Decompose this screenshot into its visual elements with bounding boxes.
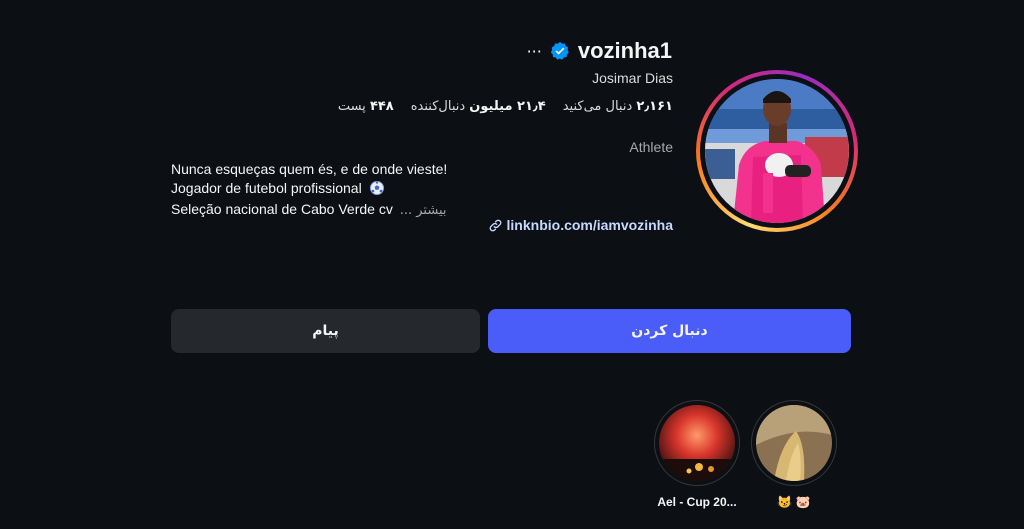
- bio-more-link[interactable]: ... بیشتر: [400, 203, 447, 218]
- following-count: ۲٫۱۶۱: [636, 99, 673, 114]
- bio-line-with-more: Seleção nacional de Cabo Verde cv ... بی…: [171, 200, 471, 220]
- avatar-image: [705, 79, 849, 223]
- stat-following[interactable]: ۲٫۱۶۱ دنبال می‌کنید: [563, 99, 673, 114]
- posts-count: ۴۴۸: [369, 99, 394, 114]
- bio-line: Seleção nacional de Cabo Verde cv: [171, 201, 393, 217]
- username: vozinha1: [577, 38, 672, 63]
- bio-link[interactable]: linknbio.com/iamvozinha: [488, 217, 673, 233]
- stat-posts: ۴۴۸ پست: [338, 99, 394, 114]
- highlight-ring: [751, 400, 837, 486]
- highlight-cover: [756, 405, 832, 481]
- username-row: ··· vozinha1: [527, 36, 672, 66]
- followers-count: ۲۱٫۴ میلیون: [469, 99, 546, 114]
- bio-link-text: linknbio.com/iamvozinha: [506, 217, 673, 233]
- profile-page: ··· vozinha1 Josimar Dias ۴۴۸ پست ۲۱٫۴ م…: [0, 0, 1024, 529]
- highlight-label: Ael - Cup 20...: [657, 495, 737, 509]
- avatar-photo: [705, 79, 849, 223]
- bio: Nunca esqueças quem és, e de onde vieste…: [171, 160, 471, 220]
- verified-badge-icon: [550, 41, 570, 61]
- message-button[interactable]: پیام: [171, 309, 480, 353]
- full-name: Josimar Dias: [592, 70, 673, 86]
- following-label: دنبال می‌کنید: [562, 99, 633, 114]
- avatar-gap: [700, 74, 854, 228]
- follow-button[interactable]: دنبال کردن: [488, 309, 851, 353]
- highlight-cover-image: [659, 405, 735, 481]
- avatar[interactable]: [696, 70, 858, 232]
- highlight-item[interactable]: Ael - Cup 20...: [654, 400, 740, 509]
- more-options-icon[interactable]: ···: [527, 42, 542, 60]
- highlight-label: 😼 🐷: [777, 495, 811, 509]
- highlight-cover: [659, 405, 735, 481]
- category-label: Athlete: [629, 139, 673, 155]
- soccer-ball-icon: [369, 181, 384, 200]
- bio-line: Nunca esqueças quem és, e de onde vieste…: [171, 161, 448, 177]
- bio-line: Jogador de futebol profissional: [171, 180, 362, 196]
- posts-label: پست: [337, 99, 366, 114]
- highlight-ring: [654, 400, 740, 486]
- highlight-cover-image: [756, 405, 832, 481]
- highlight-item[interactable]: 😼 🐷: [751, 400, 837, 509]
- stat-followers[interactable]: ۲۱٫۴ میلیون دنبال‌کننده: [411, 99, 546, 114]
- profile-stats: ۴۴۸ پست ۲۱٫۴ میلیون دنبال‌کننده ۲٫۱۶۱ دن…: [338, 99, 673, 114]
- link-icon: [488, 218, 503, 233]
- bio-line-with-icon: Jogador de futebol profissional: [171, 179, 471, 200]
- followers-label: دنبال‌کننده: [410, 99, 466, 114]
